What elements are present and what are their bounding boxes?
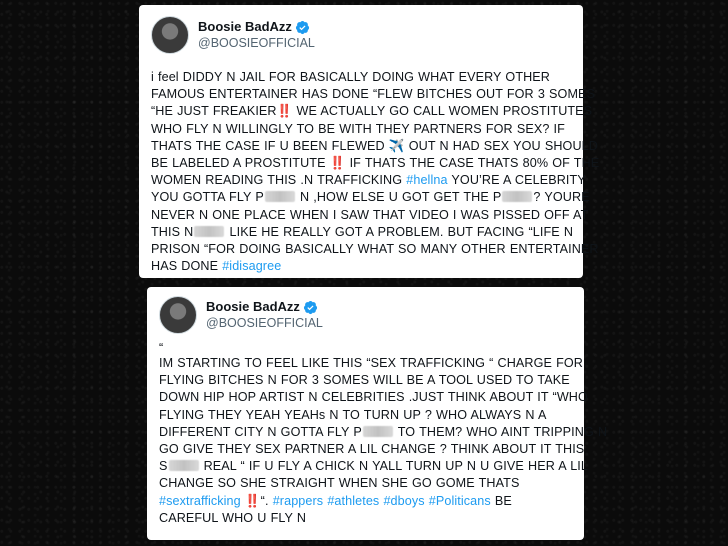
text-line: #sextrafficking ‼️“. #rappers #athletes … — [159, 493, 512, 508]
name-row: Boosie BadAzz — [198, 19, 315, 35]
text-line: THATS THE CASE IF U BEEN FLEWED ✈️ OUT N… — [151, 138, 598, 153]
hashtag-link[interactable]: #rappers — [273, 494, 324, 508]
name-row: Boosie BadAzz — [206, 299, 323, 315]
avatar[interactable] — [159, 296, 197, 334]
text-line: IM STARTING TO FEEL LIKE THIS “SEX TRAFF… — [159, 356, 583, 370]
text-line: BE LABELED A PROSTITUTE ‼️ IF THATS THE … — [151, 156, 600, 171]
text-line: “HE JUST FREAKIER‼️ WE ACTUALLY GO CALL … — [151, 104, 593, 119]
hashtag-link[interactable]: #Politicans — [429, 494, 491, 508]
text-line: FLYING THEY YEAH YEAHs N TO TURN UP ? WH… — [159, 407, 547, 422]
hashtag-link[interactable]: #sextrafficking — [159, 494, 241, 508]
display-name[interactable]: Boosie BadAzz — [206, 299, 300, 315]
handle[interactable]: @BOOSIEOFFICIAL — [198, 35, 315, 51]
author-info: Boosie BadAzz @BOOSIEOFFICIAL — [206, 299, 323, 331]
double-exclamation-icon: ‼️ — [276, 104, 293, 119]
censored-word — [194, 225, 225, 237]
text-line: GO GIVE THEY SEX PARTNER A LIL CHANGE ? … — [159, 442, 585, 457]
hashtag-link[interactable]: #hellna — [406, 173, 447, 187]
censored-word — [362, 425, 393, 437]
tweet-text: i feel DIDDY N JAIL FOR BASICALLY DOING … — [151, 69, 600, 275]
tweet-header: Boosie BadAzz @BOOSIEOFFICIAL — [151, 15, 571, 55]
text-line: CHANGE SO SHE STRAIGHT WHEN SHE GO GOME … — [159, 476, 520, 491]
avatar[interactable] — [151, 16, 189, 54]
tweet-card-1[interactable]: Boosie BadAzz @BOOSIEOFFICIAL i feel DID… — [139, 5, 600, 278]
display-name[interactable]: Boosie BadAzz — [198, 19, 292, 35]
text-line: FLYING BITCHES N FOR 3 SOMES WILL BE A T… — [159, 373, 570, 388]
hashtag-link[interactable]: #idisagree — [222, 259, 281, 273]
tweet-header: Boosie BadAzz @BOOSIEOFFICIAL — [159, 295, 572, 335]
text-line: “ — [159, 341, 164, 355]
text-line: DOWN HIP HOP ARTIST N CELEBRITIES .JUST … — [159, 390, 588, 405]
double-exclamation-icon: ‼️ — [244, 493, 261, 508]
text-line: DIFFERENT CITY N GOTTA FLY P TO THEM? WH… — [159, 424, 608, 439]
text-line: WOMEN READING THIS .N TRAFFICKING #helln… — [151, 173, 586, 188]
text-line: PRISON “FOR DOING BASICALLY WHAT SO MANY… — [151, 242, 599, 257]
censored-word — [502, 191, 533, 203]
text-line: THIS N LIKE HE REALLY GOT A PROBLEM. BUT… — [151, 224, 574, 239]
text-line: WHO FLY N WILLINGLY TO BE WITH THEY PART… — [151, 121, 565, 136]
text-line: NEVER N ONE PLACE WHEN I SAW THAT VIDEO … — [151, 207, 589, 222]
tweet-card-2[interactable]: Boosie BadAzz @BOOSIEOFFICIAL “ IM START… — [147, 287, 608, 540]
text-line: CAREFUL WHO U FLY N — [159, 510, 307, 525]
text-line: i feel DIDDY N JAIL FOR BASICALLY DOING … — [151, 70, 551, 84]
author-info: Boosie BadAzz @BOOSIEOFFICIAL — [198, 19, 315, 51]
text-line: FAMOUS ENTERTAINER HAS DONE “FLEW BITCHE… — [151, 87, 596, 102]
airplane-icon: ✈️ — [388, 138, 405, 153]
verified-badge-icon — [303, 300, 317, 314]
hashtag-link[interactable]: #dboys — [383, 494, 424, 508]
hashtag-link[interactable]: #athletes — [327, 494, 379, 508]
tweet-text: “ IM STARTING TO FEEL LIKE THIS “SEX TRA… — [159, 341, 608, 527]
handle[interactable]: @BOOSIEOFFICIAL — [206, 315, 323, 331]
text-line: S REAL “ IF U FLY A CHICK N YALL TURN UP… — [159, 459, 588, 474]
verified-badge-icon — [295, 20, 309, 34]
text-line: YOU GOTTA FLY P N ,HOW ELSE U GOT GET TH… — [151, 190, 590, 205]
censored-word — [168, 460, 199, 472]
double-exclamation-icon: ‼️ — [329, 156, 346, 171]
text-line: HAS DONE #idisagree — [151, 259, 282, 274]
censored-word — [264, 191, 295, 203]
